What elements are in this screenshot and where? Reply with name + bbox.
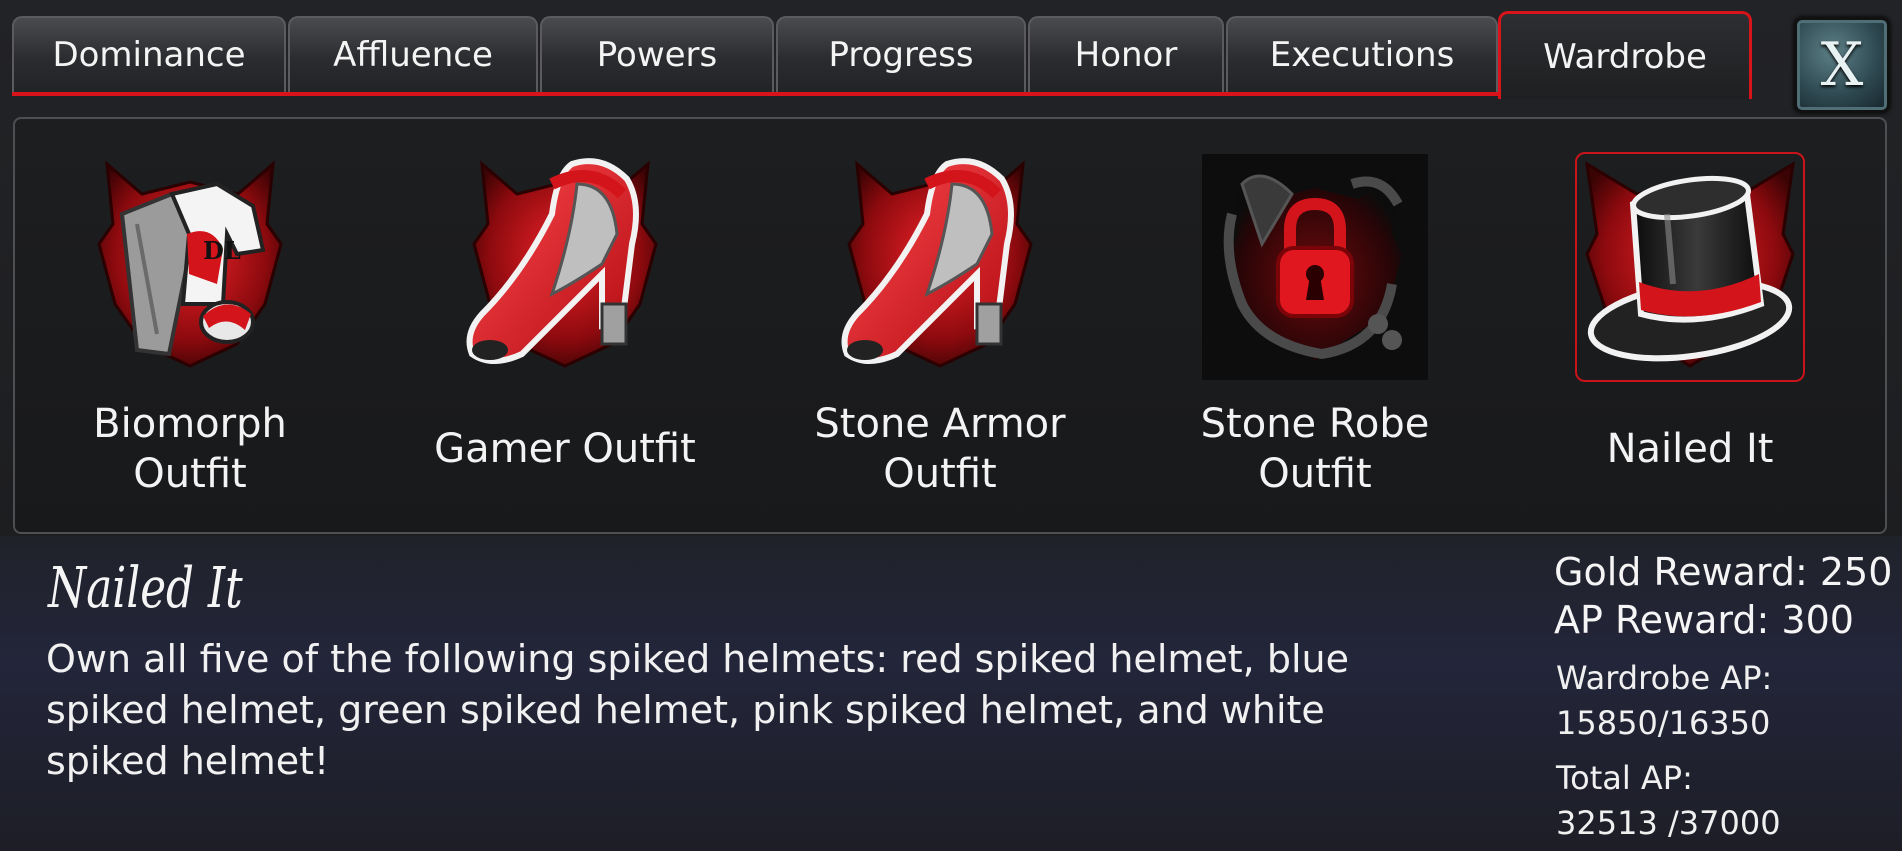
achievement-detail: Nailed It Own all five of the following … <box>0 536 1902 851</box>
wardrobe-ap-label: Wardrobe AP: <box>1556 659 1773 697</box>
tab-executions[interactable]: Executions <box>1226 16 1498 92</box>
achievement-description: Own all five of the following spiked hel… <box>46 637 1349 783</box>
clothes-icon: DL <box>97 160 283 368</box>
padlock-icon <box>1202 154 1428 380</box>
achievement-item-gamer-outfit[interactable]: Gamer Outfit <box>415 154 715 514</box>
item-label: Biomorph Outfit <box>93 401 287 497</box>
tab-honor[interactable]: Honor <box>1028 16 1224 92</box>
total-ap-label: Total AP: <box>1556 759 1693 797</box>
item-label: Stone Armor Outfit <box>814 401 1066 497</box>
item-label: Stone Robe Outfit <box>1200 401 1430 497</box>
tab-powers[interactable]: Powers <box>540 16 774 92</box>
close-icon: X <box>1820 30 1864 100</box>
tab-wardrobe[interactable]: Wardrobe <box>1498 11 1752 99</box>
achievements-window: Dominance Affluence Powers Progress Hono… <box>0 0 1902 851</box>
achievement-item-biomorph-outfit[interactable]: DL Biomorph Outfit <box>40 154 340 514</box>
tab-underline <box>12 92 1499 96</box>
achievement-item-stone-robe-outfit[interactable]: Stone Robe Outfit <box>1165 154 1465 514</box>
item-label: Nailed It <box>1606 426 1774 472</box>
tab-dominance[interactable]: Dominance <box>12 16 286 92</box>
red-high-heel-icon <box>466 158 658 368</box>
red-high-heel-icon <box>841 158 1033 368</box>
item-label: Gamer Outfit <box>434 426 696 472</box>
reward-summary: Gold Reward: 250 AP Reward: 300 Wardrobe… <box>1554 548 1894 846</box>
tab-bar: Dominance Affluence Powers Progress Hono… <box>0 0 1902 115</box>
tab-affluence[interactable]: Affluence <box>288 16 538 92</box>
svg-text:DL: DL <box>203 236 241 265</box>
total-ap-value: 32513 /37000 <box>1556 804 1781 842</box>
achievement-list: DL Biomorph Outfit Gamer Outfit Stone Ar… <box>13 117 1887 534</box>
achievement-item-stone-armor-outfit[interactable]: Stone Armor Outfit <box>790 154 1090 514</box>
top-hat-icon <box>1575 152 1805 382</box>
ap-reward: AP Reward: 300 <box>1554 598 1854 642</box>
tab-progress[interactable]: Progress <box>776 16 1026 92</box>
gold-reward: Gold Reward: 250 <box>1554 550 1893 594</box>
achievement-title: Nailed It <box>48 556 243 621</box>
close-button[interactable]: X <box>1794 17 1890 113</box>
achievement-item-nailed-it[interactable]: Nailed It <box>1540 152 1840 514</box>
wardrobe-ap-value: 15850/16350 <box>1556 704 1771 742</box>
